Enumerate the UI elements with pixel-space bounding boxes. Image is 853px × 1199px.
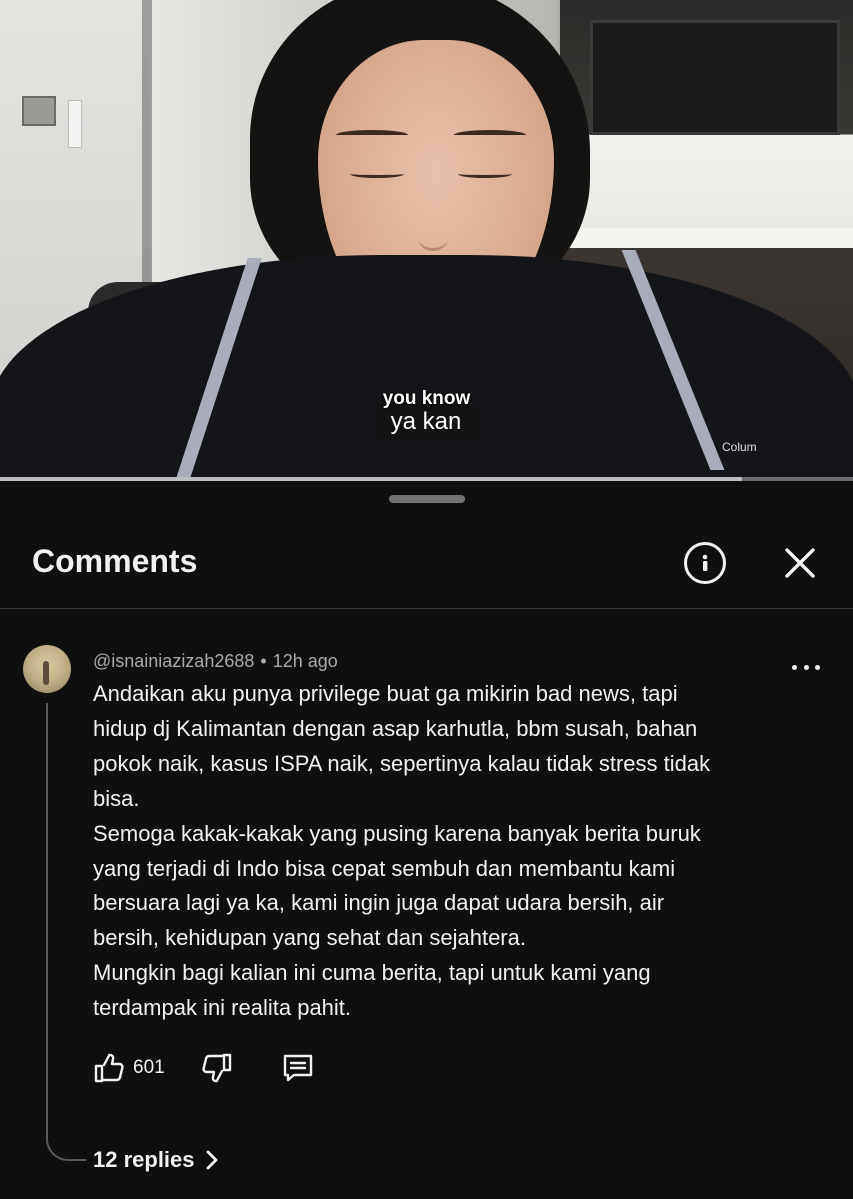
video-frame-doorframe xyxy=(142,0,152,300)
info-icon xyxy=(702,554,708,571)
comment-icon xyxy=(283,1054,312,1082)
thumbs-down-icon xyxy=(202,1053,231,1083)
comment-meta: @isnainiazizah2688 • 12h ago xyxy=(93,651,338,672)
comment-author[interactable]: @isnainiazizah2688 xyxy=(93,651,254,671)
video-frame-eye-left xyxy=(350,170,404,178)
info-button[interactable] xyxy=(684,542,726,584)
dislike-button[interactable] xyxy=(201,1052,233,1084)
more-dot xyxy=(815,664,820,670)
close-icon xyxy=(785,548,815,578)
reply-thread-line xyxy=(46,703,86,1161)
avatar-figure xyxy=(43,661,49,685)
meta-separator: • xyxy=(260,651,267,671)
like-count: 601 xyxy=(133,1057,165,1078)
more-dot xyxy=(803,664,809,670)
video-frame-light-switch xyxy=(22,96,56,126)
sheet-divider xyxy=(0,608,853,609)
more-options-button[interactable] xyxy=(792,657,820,677)
comment-actions: 601 xyxy=(93,1048,315,1088)
video-frame-brow-right xyxy=(454,130,526,140)
reply-button[interactable] xyxy=(281,1051,315,1085)
drag-handle[interactable] xyxy=(389,495,465,503)
comments-sheet: Comments @isnainiazizah2688 • 12h ago Anda… xyxy=(0,481,853,1199)
sheet-title: Comments xyxy=(32,543,198,579)
more-dot xyxy=(792,664,797,670)
close-button[interactable] xyxy=(778,541,822,585)
video-player[interactable]: Colum you know ya kan xyxy=(0,0,853,480)
comment-time: 12h ago xyxy=(272,651,338,671)
subtitle-secondary: you know xyxy=(382,388,471,409)
video-frame-nose xyxy=(418,225,448,251)
video-frame-brow-left xyxy=(336,130,408,140)
comment-text: Andaikan aku punya privilege buat ga mik… xyxy=(93,681,711,1021)
replies-label: 12 replies xyxy=(93,1147,195,1172)
view-replies-button[interactable]: 12 replies xyxy=(93,1147,219,1173)
video-frame-thermostat xyxy=(68,100,82,148)
jacket-logo: Colum xyxy=(722,440,757,454)
video-frame-counter xyxy=(560,228,853,248)
thumbs-up-icon xyxy=(94,1053,124,1083)
like-button[interactable]: 601 xyxy=(93,1052,165,1084)
avatar[interactable] xyxy=(23,645,71,693)
chevron-right-icon xyxy=(206,1150,217,1170)
video-frame-eye-right xyxy=(458,170,512,178)
video-frame-cabinet xyxy=(590,20,840,135)
